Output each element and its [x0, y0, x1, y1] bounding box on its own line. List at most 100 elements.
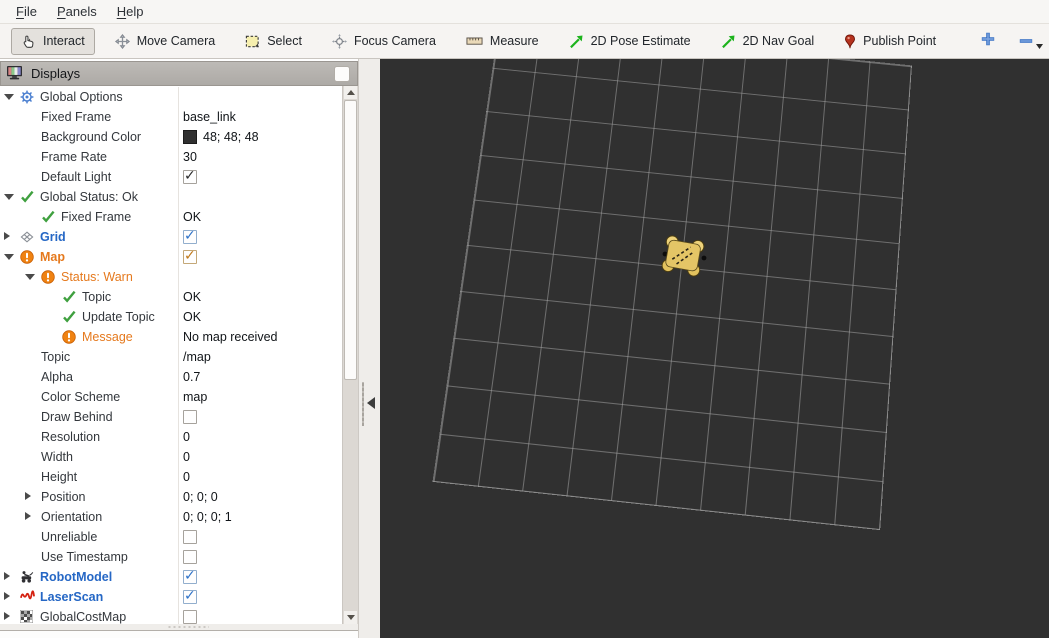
- property-value[interactable]: OK: [183, 290, 201, 304]
- 2d-pose-estimate-button[interactable]: 2D Pose Estimate: [559, 28, 701, 55]
- focus-camera-button[interactable]: Focus Camera: [322, 28, 446, 55]
- tree-row[interactable]: Orientation 0; 0; 0; 1: [0, 507, 343, 527]
- scroll-down-button[interactable]: [344, 611, 357, 624]
- property-value[interactable]: 30: [183, 150, 197, 164]
- move-camera-button[interactable]: Move Camera: [105, 28, 226, 55]
- tree-row[interactable]: RobotModel: [0, 567, 343, 587]
- select-button[interactable]: Select: [235, 28, 312, 55]
- tree-row[interactable]: Default Light: [0, 167, 343, 187]
- property-label: Orientation: [41, 510, 103, 524]
- collapse-icon[interactable]: [4, 194, 14, 200]
- property-value[interactable]: /map: [183, 350, 211, 364]
- tree-row[interactable]: Update Topic OK: [0, 307, 343, 327]
- tree-row[interactable]: Fixed Frame base_link: [0, 107, 343, 127]
- tree-row[interactable]: GlobalCostMap: [0, 607, 343, 624]
- tree-row[interactable]: Height 0: [0, 467, 343, 487]
- tree-row[interactable]: Message No map received: [0, 327, 343, 347]
- tree-row[interactable]: Draw Behind: [0, 407, 343, 427]
- visibility-checkbox[interactable]: [183, 587, 197, 604]
- property-value[interactable]: 0: [183, 470, 190, 484]
- horizontal-splitter[interactable]: [0, 624, 358, 630]
- tree-row[interactable]: LaserScan: [0, 587, 343, 607]
- green-arrow-icon: [721, 34, 736, 49]
- property-value[interactable]: 0; 0; 0; 1: [183, 510, 232, 524]
- visibility-checkbox[interactable]: [183, 227, 197, 244]
- expand-icon[interactable]: [4, 232, 10, 240]
- property-label: Draw Behind: [41, 410, 113, 424]
- collapse-icon[interactable]: [4, 94, 14, 100]
- visibility-checkbox[interactable]: [183, 530, 197, 544]
- tree-row[interactable]: Use Timestamp: [0, 547, 343, 567]
- collapse-icon[interactable]: [4, 254, 14, 260]
- scroll-up-button[interactable]: [344, 86, 357, 99]
- collapse-icon[interactable]: [25, 274, 35, 280]
- property-value[interactable]: 48; 48; 48: [203, 130, 259, 144]
- visibility-checkbox[interactable]: [183, 567, 197, 584]
- add-tool-button[interactable]: [973, 28, 1003, 55]
- property-label: Map: [40, 250, 65, 264]
- toolbar: Interact Move Camera Select Focus Camera Mea…: [0, 24, 1049, 59]
- tree-row[interactable]: Map: [0, 247, 343, 267]
- tree-row[interactable]: Frame Rate 30: [0, 147, 343, 167]
- expand-icon[interactable]: [25, 512, 31, 520]
- expand-icon[interactable]: [4, 572, 10, 580]
- tool-label: Focus Camera: [353, 34, 436, 48]
- tree-row[interactable]: Global Options: [0, 87, 343, 107]
- 2d-nav-goal-button[interactable]: 2D Nav Goal: [711, 28, 825, 55]
- property-value[interactable]: 0: [183, 450, 190, 464]
- tree-row[interactable]: Position 0; 0; 0: [0, 487, 343, 507]
- property-value[interactable]: 0: [183, 430, 190, 444]
- property-label: Unreliable: [41, 530, 98, 544]
- tree-row[interactable]: Width 0: [0, 447, 343, 467]
- expand-icon[interactable]: [25, 492, 31, 500]
- tree-row[interactable]: Alpha 0.7: [0, 367, 343, 387]
- warn-icon: [20, 250, 34, 264]
- property-value[interactable]: map: [183, 390, 207, 404]
- tree-row[interactable]: Fixed Frame OK: [0, 207, 343, 227]
- green-arrow-icon: [569, 34, 584, 49]
- visibility-checkbox[interactable]: [183, 247, 197, 264]
- collapse-left-icon[interactable]: [367, 397, 375, 409]
- expand-icon[interactable]: [4, 612, 10, 620]
- menu-item-file[interactable]: File: [6, 1, 47, 22]
- property-value[interactable]: OK: [183, 210, 201, 224]
- menu-item-help[interactable]: Help: [107, 1, 154, 22]
- menu-item-panels[interactable]: Panels: [47, 1, 107, 22]
- tree-row[interactable]: Status: Warn: [0, 267, 343, 287]
- visibility-checkbox[interactable]: [183, 410, 197, 424]
- displays-panel-header[interactable]: Displays: [0, 61, 358, 86]
- property-value[interactable]: base_link: [183, 110, 236, 124]
- remove-tool-button[interactable]: [1011, 29, 1044, 53]
- tree-row[interactable]: Color Scheme map: [0, 387, 343, 407]
- panel-splitter[interactable]: [359, 59, 380, 638]
- property-label: Global Options: [40, 90, 123, 104]
- tree-scrollbar[interactable]: [342, 86, 358, 624]
- panel-title: Displays: [31, 66, 81, 81]
- tree-row[interactable]: Topic/map: [0, 347, 343, 367]
- tree-row[interactable]: Topic OK: [0, 287, 343, 307]
- tree-row[interactable]: Grid: [0, 227, 343, 247]
- measure-button[interactable]: Measure: [456, 28, 549, 54]
- check-icon: [62, 290, 76, 304]
- property-value[interactable]: 0.7: [183, 370, 200, 384]
- interact-button[interactable]: Interact: [11, 27, 95, 55]
- tree-row[interactable]: Resolution 0: [0, 427, 343, 447]
- publish-point-button[interactable]: Publish Point: [834, 28, 946, 55]
- color-swatch[interactable]: [183, 130, 197, 144]
- robot-icon: [20, 570, 34, 584]
- tree-row[interactable]: Background Color 48; 48; 48: [0, 127, 343, 147]
- property-value[interactable]: No map received: [183, 330, 278, 344]
- visibility-checkbox[interactable]: [183, 550, 197, 564]
- tree-row[interactable]: Global Status: Ok: [0, 187, 343, 207]
- tree-row[interactable]: Unreliable: [0, 527, 343, 547]
- tool-label: Select: [267, 34, 302, 48]
- expand-icon[interactable]: [4, 592, 10, 600]
- panel-float-button[interactable]: [334, 65, 350, 82]
- scrollbar-thumb[interactable]: [344, 100, 357, 380]
- 3d-viewport[interactable]: [380, 59, 1049, 638]
- property-label: Update Topic: [82, 310, 155, 324]
- property-value[interactable]: OK: [183, 310, 201, 324]
- visibility-checkbox[interactable]: [183, 167, 197, 184]
- property-value[interactable]: 0; 0; 0: [183, 490, 218, 504]
- visibility-checkbox[interactable]: [183, 610, 197, 624]
